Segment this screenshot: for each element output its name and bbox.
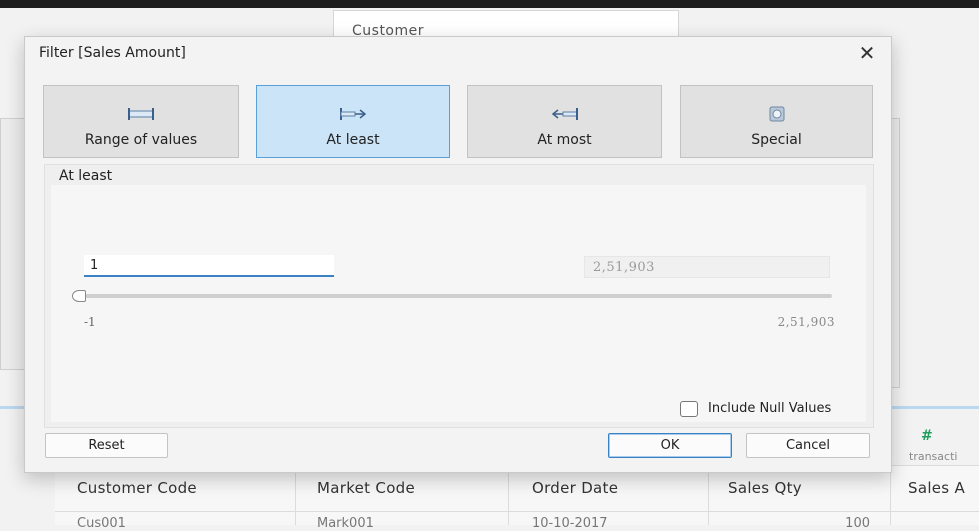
transaction-field-label: transacti — [909, 450, 958, 463]
range-max-label: 2,51,903 — [777, 315, 835, 329]
cancel-button[interactable]: Cancel — [746, 433, 870, 458]
close-icon[interactable]: ✕ — [855, 41, 879, 65]
range-of-values-button[interactable]: Range of values — [43, 85, 239, 158]
table-column-sales-amount[interactable]: Sales A — [890, 466, 979, 525]
range-icon — [128, 108, 154, 120]
data-table: Customer Code Cus001 Market Code Mark001… — [55, 465, 979, 531]
range-slider-track[interactable] — [80, 294, 832, 298]
at-most-label: At most — [537, 132, 592, 148]
at-most-icon — [551, 108, 578, 120]
at-least-button[interactable]: At least — [256, 85, 450, 158]
table-column-order-date[interactable]: Order Date 10-10-2017 — [508, 466, 709, 531]
reset-button[interactable]: Reset — [45, 433, 168, 458]
minimum-value-input[interactable] — [84, 255, 334, 277]
column-header: Sales A — [908, 479, 966, 497]
at-least-label: At least — [326, 132, 380, 148]
range-slider-handle[interactable] — [72, 290, 86, 302]
special-button[interactable]: Special — [680, 85, 873, 158]
include-null-label: Include Null Values — [708, 401, 832, 416]
filter-dialog: Filter [Sales Amount] ✕ Range of values … — [24, 36, 892, 473]
column-header: Sales Qty — [728, 479, 802, 497]
maximum-value-display: 2,51,903 — [584, 256, 830, 278]
table-column-customer-code[interactable]: Customer Code Cus001 — [55, 466, 296, 531]
dialog-title: Filter [Sales Amount] — [39, 45, 186, 61]
panel-content — [51, 185, 866, 422]
column-header: Order Date — [532, 479, 619, 497]
at-most-button[interactable]: At most — [467, 85, 662, 158]
ok-button[interactable]: OK — [608, 433, 732, 458]
number-type-icon: # — [921, 428, 933, 444]
range-min-label: -1 — [84, 315, 96, 329]
table-column-market-code[interactable]: Market Code Mark001 — [295, 466, 509, 531]
include-null-checkbox[interactable] — [680, 401, 698, 417]
range-of-values-label: Range of values — [84, 132, 198, 148]
panel-title: At least — [59, 168, 113, 184]
table-column-sales-qty[interactable]: Sales Qty 100 — [708, 466, 891, 531]
column-header: Market Code — [317, 479, 416, 497]
special-icon — [769, 106, 784, 122]
column-header: Customer Code — [77, 479, 197, 497]
at-least-icon — [340, 108, 367, 120]
special-label: Special — [751, 132, 802, 148]
window-top-bar — [0, 0, 979, 8]
transaction-field-card[interactable]: # transacti — [905, 424, 979, 464]
